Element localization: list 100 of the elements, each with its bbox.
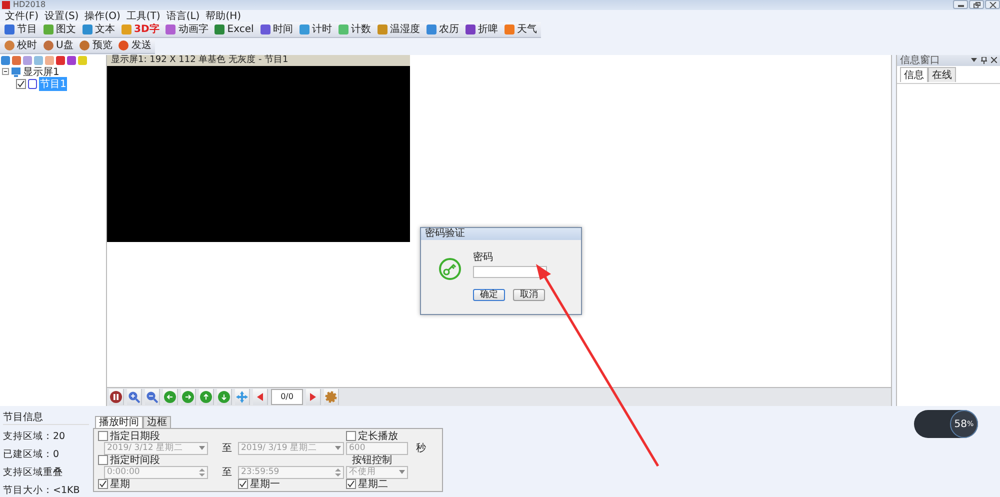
- toolbar-button[interactable]: 发送: [117, 38, 152, 53]
- checkbox[interactable]: [346, 431, 356, 441]
- tab[interactable]: 边框: [143, 416, 171, 428]
- cancel-button[interactable]: 取消: [513, 289, 545, 301]
- move-down-button[interactable]: [217, 389, 232, 405]
- toolbar-button[interactable]: 时间: [258, 22, 294, 37]
- document-icon: [28, 78, 37, 89]
- gear-icon: [325, 391, 337, 403]
- spinner-arrows-icon: [199, 468, 205, 476]
- dropdown-icon[interactable]: [971, 57, 977, 64]
- square-icon: [4, 24, 15, 35]
- menu-item[interactable]: 语言(L): [166, 8, 200, 23]
- restore-button[interactable]: [969, 0, 984, 9]
- panel-title: 信息窗口: [900, 54, 940, 68]
- toolbar-button[interactable]: 计数: [336, 22, 372, 37]
- settings-button[interactable]: [324, 389, 339, 405]
- toolbar-button[interactable]: Excel: [213, 22, 255, 37]
- section-title: 节目信息: [3, 410, 89, 425]
- minimize-button[interactable]: [953, 0, 968, 9]
- toolbar-button[interactable]: 天气: [502, 22, 538, 37]
- toolbar-button[interactable]: 图文: [42, 22, 77, 37]
- collapse-icon[interactable]: [2, 68, 9, 76]
- app-icon: [2, 0, 10, 9]
- tree-item[interactable]: 显示屏1: [23, 64, 60, 79]
- circle-icon: [4, 40, 15, 51]
- tab[interactable]: 信息: [900, 66, 928, 82]
- spinner-arrows-icon: [335, 468, 341, 476]
- square-icon: [214, 24, 226, 35]
- toolbar-button[interactable]: 校时: [3, 38, 38, 53]
- toolbar-button[interactable]: 文本: [81, 22, 116, 37]
- pin-icon[interactable]: [981, 56, 987, 64]
- checkbox-label: 指定时间段: [110, 454, 160, 467]
- square-icon: [426, 24, 437, 35]
- checkbox[interactable]: [98, 479, 108, 489]
- zoom-out-button[interactable]: [145, 389, 160, 405]
- next-button[interactable]: [306, 389, 321, 405]
- dropdown-arrow-icon: [199, 446, 205, 450]
- close-button[interactable]: [985, 0, 1000, 9]
- pause-button[interactable]: [109, 389, 124, 405]
- menu-item[interactable]: 帮助(H): [206, 8, 242, 23]
- ok-button[interactable]: 确定: [473, 289, 505, 301]
- field-label: 密码: [473, 250, 494, 264]
- info-text: 支持区域重叠: [3, 466, 64, 479]
- toolbar-button[interactable]: 温湿度: [376, 22, 421, 37]
- previous-button[interactable]: [253, 389, 268, 405]
- field-label: 按钮控制: [351, 454, 393, 467]
- checkbox[interactable]: [346, 479, 356, 489]
- square-icon: [298, 24, 310, 35]
- toolbar-button[interactable]: 计时: [298, 22, 333, 37]
- square-icon: [338, 24, 349, 35]
- tab[interactable]: 播放时间: [95, 416, 143, 428]
- screen-header: 显示屏1: 192 X 112 单基色 无灰度 - 节目1: [107, 54, 410, 66]
- checkbox[interactable]: [238, 479, 248, 489]
- checkbox-label: 星期二: [358, 478, 388, 491]
- square-icon: [121, 24, 132, 35]
- key-icon: [439, 258, 461, 280]
- pause-icon: [110, 391, 122, 403]
- dropdown-arrow-icon: [399, 470, 405, 474]
- square-icon: [82, 24, 93, 35]
- triangle-right-icon: [308, 392, 318, 402]
- tab[interactable]: 在线: [928, 66, 956, 82]
- move-up-button[interactable]: [199, 389, 214, 405]
- toolbar-button[interactable]: 农历: [424, 22, 460, 37]
- circle-icon: [43, 40, 54, 51]
- window-title: HD2018: [13, 0, 46, 10]
- square-icon: [165, 24, 176, 35]
- move-left-button[interactable]: [163, 389, 178, 405]
- square-icon: [260, 24, 271, 35]
- menu-item[interactable]: 操作(O): [84, 8, 120, 23]
- menu-item[interactable]: 设置(S): [44, 8, 79, 23]
- password-field[interactable]: [473, 266, 547, 278]
- toolbar-button[interactable]: 3D字: [120, 22, 160, 37]
- checkbox[interactable]: [98, 431, 108, 441]
- unit-label: 秒: [416, 442, 427, 455]
- page-counter: 0/0: [271, 389, 303, 405]
- dropdown-arrow-icon: [335, 446, 341, 450]
- square-icon: [464, 24, 476, 35]
- circle-icon: [79, 40, 90, 51]
- restore-icon: [972, 2, 980, 8]
- toolbar-button[interactable]: U盘: [42, 38, 74, 53]
- toolbar-button[interactable]: 动画字: [164, 22, 210, 37]
- toolbar-button[interactable]: 折啤: [464, 22, 499, 37]
- circle-icon: [118, 40, 130, 51]
- menu-item[interactable]: 文件(F): [5, 8, 39, 23]
- square-icon: [504, 24, 515, 35]
- range-separator: 至: [221, 442, 233, 455]
- checkbox[interactable]: [98, 455, 108, 465]
- dialog-title: 密码验证: [421, 228, 581, 240]
- menu-item[interactable]: 工具(T): [126, 8, 160, 23]
- toolbar-button[interactable]: 预览: [78, 38, 114, 53]
- checkbox[interactable]: [16, 78, 26, 89]
- checkbox-label: 星期: [110, 478, 130, 491]
- info-text: 支持区域：20: [3, 430, 66, 443]
- close-icon[interactable]: [991, 57, 997, 64]
- move-button[interactable]: [235, 389, 250, 405]
- move-right-button[interactable]: [181, 389, 196, 405]
- info-text: 节目大小：<1KB: [3, 484, 81, 497]
- toolbar-button[interactable]: 节目: [3, 22, 38, 37]
- zoom-in-button[interactable]: [127, 389, 142, 405]
- square-icon: [376, 24, 388, 35]
